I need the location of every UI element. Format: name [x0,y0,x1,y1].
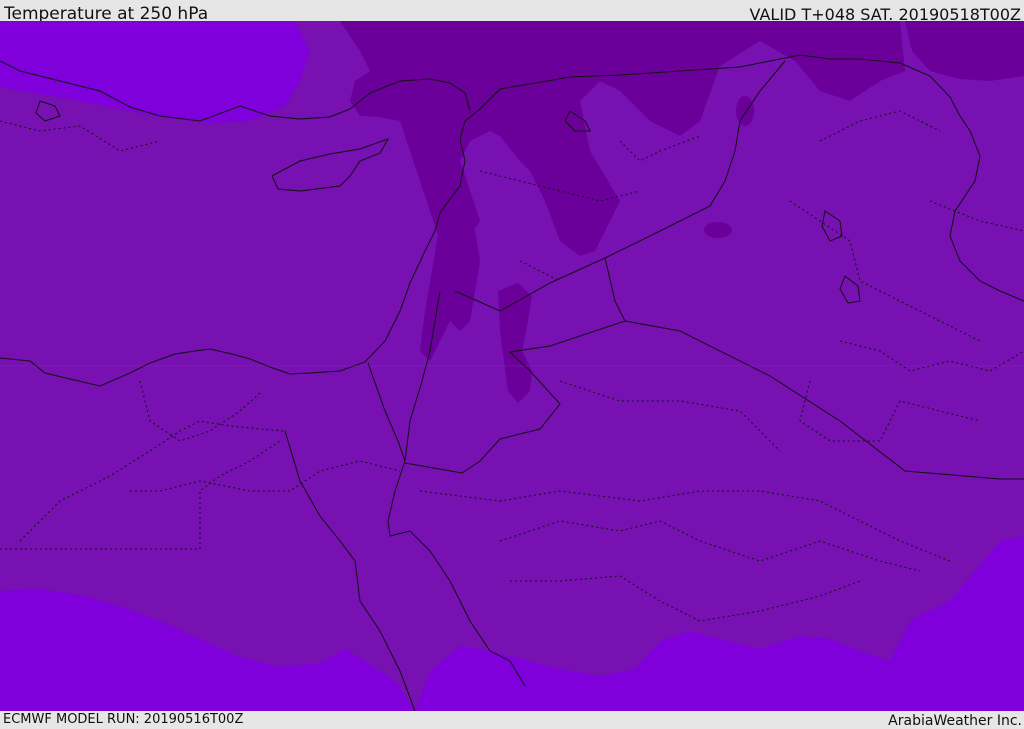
brand-label: ArabiaWeather Inc. [888,713,1022,729]
cold-blob-syria [704,222,732,238]
temperature-map[interactable] [0,21,1024,711]
cold-blob-east [736,96,754,126]
model-run-label: ECMWF MODEL RUN: 20190516T00Z [3,712,244,727]
